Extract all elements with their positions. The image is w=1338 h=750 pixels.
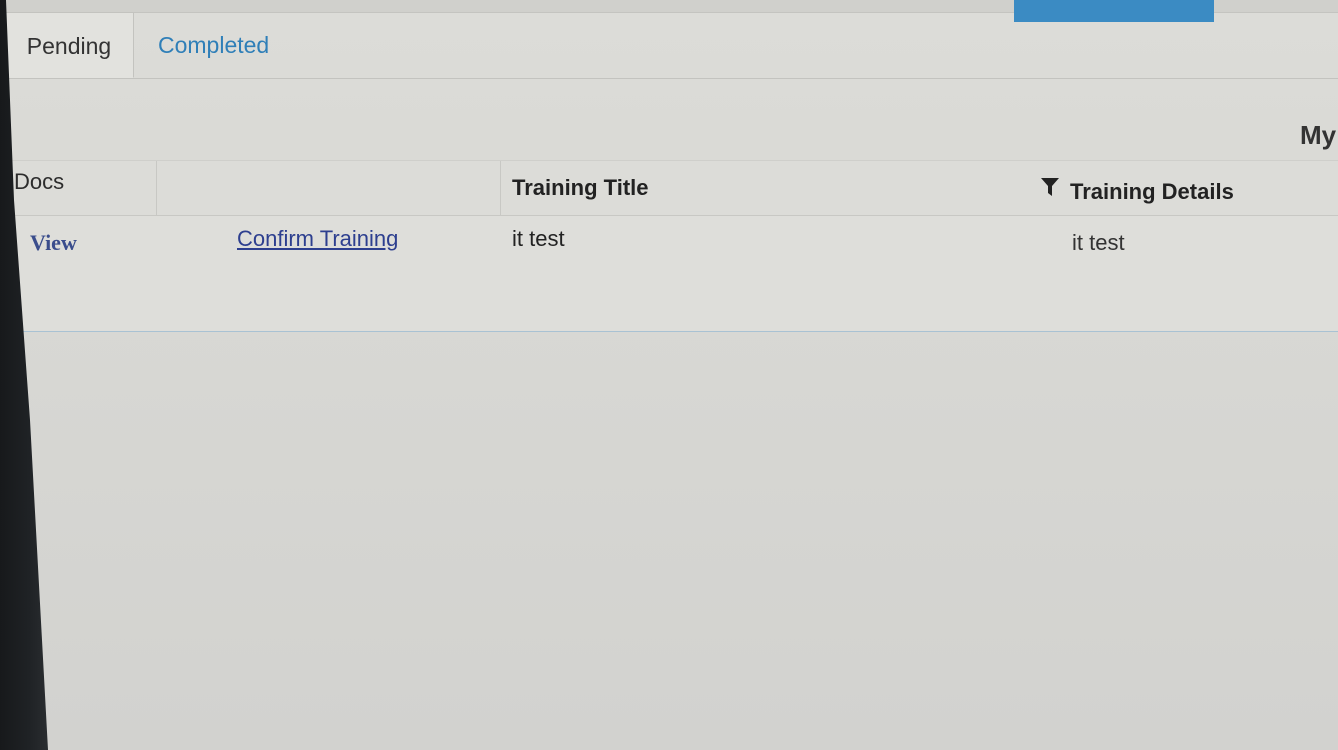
filter-icon[interactable]	[1040, 164, 1060, 218]
confirm-training-link[interactable]: Confirm Training	[237, 226, 398, 252]
column-header-docs: Docs	[14, 169, 65, 194]
screen: Pending Completed My Docs Training Title…	[0, 0, 1338, 750]
table-row: View Confirm Training it test it test	[0, 216, 1338, 332]
column-header-training-details-label: Training Details	[1070, 179, 1234, 204]
table-header-row: Docs Training Title Training Details	[0, 160, 1338, 216]
column-divider	[500, 161, 501, 215]
training-title-cell: it test	[512, 226, 565, 251]
column-header-training-details[interactable]: Training Details	[1040, 165, 1234, 219]
column-divider	[156, 161, 157, 215]
view-doc-link[interactable]: View	[30, 230, 77, 256]
monitor-bezel	[0, 0, 48, 750]
tab-completed[interactable]: Completed	[158, 12, 269, 78]
training-table: Docs Training Title Training Details Vie…	[0, 160, 1338, 332]
tab-pending[interactable]: Pending	[4, 12, 134, 78]
page-heading: My	[1300, 120, 1337, 150]
tab-bar: Pending Completed	[0, 12, 1338, 79]
training-details-cell: it test	[1072, 230, 1125, 255]
column-header-training-title[interactable]: Training Title	[512, 161, 649, 215]
